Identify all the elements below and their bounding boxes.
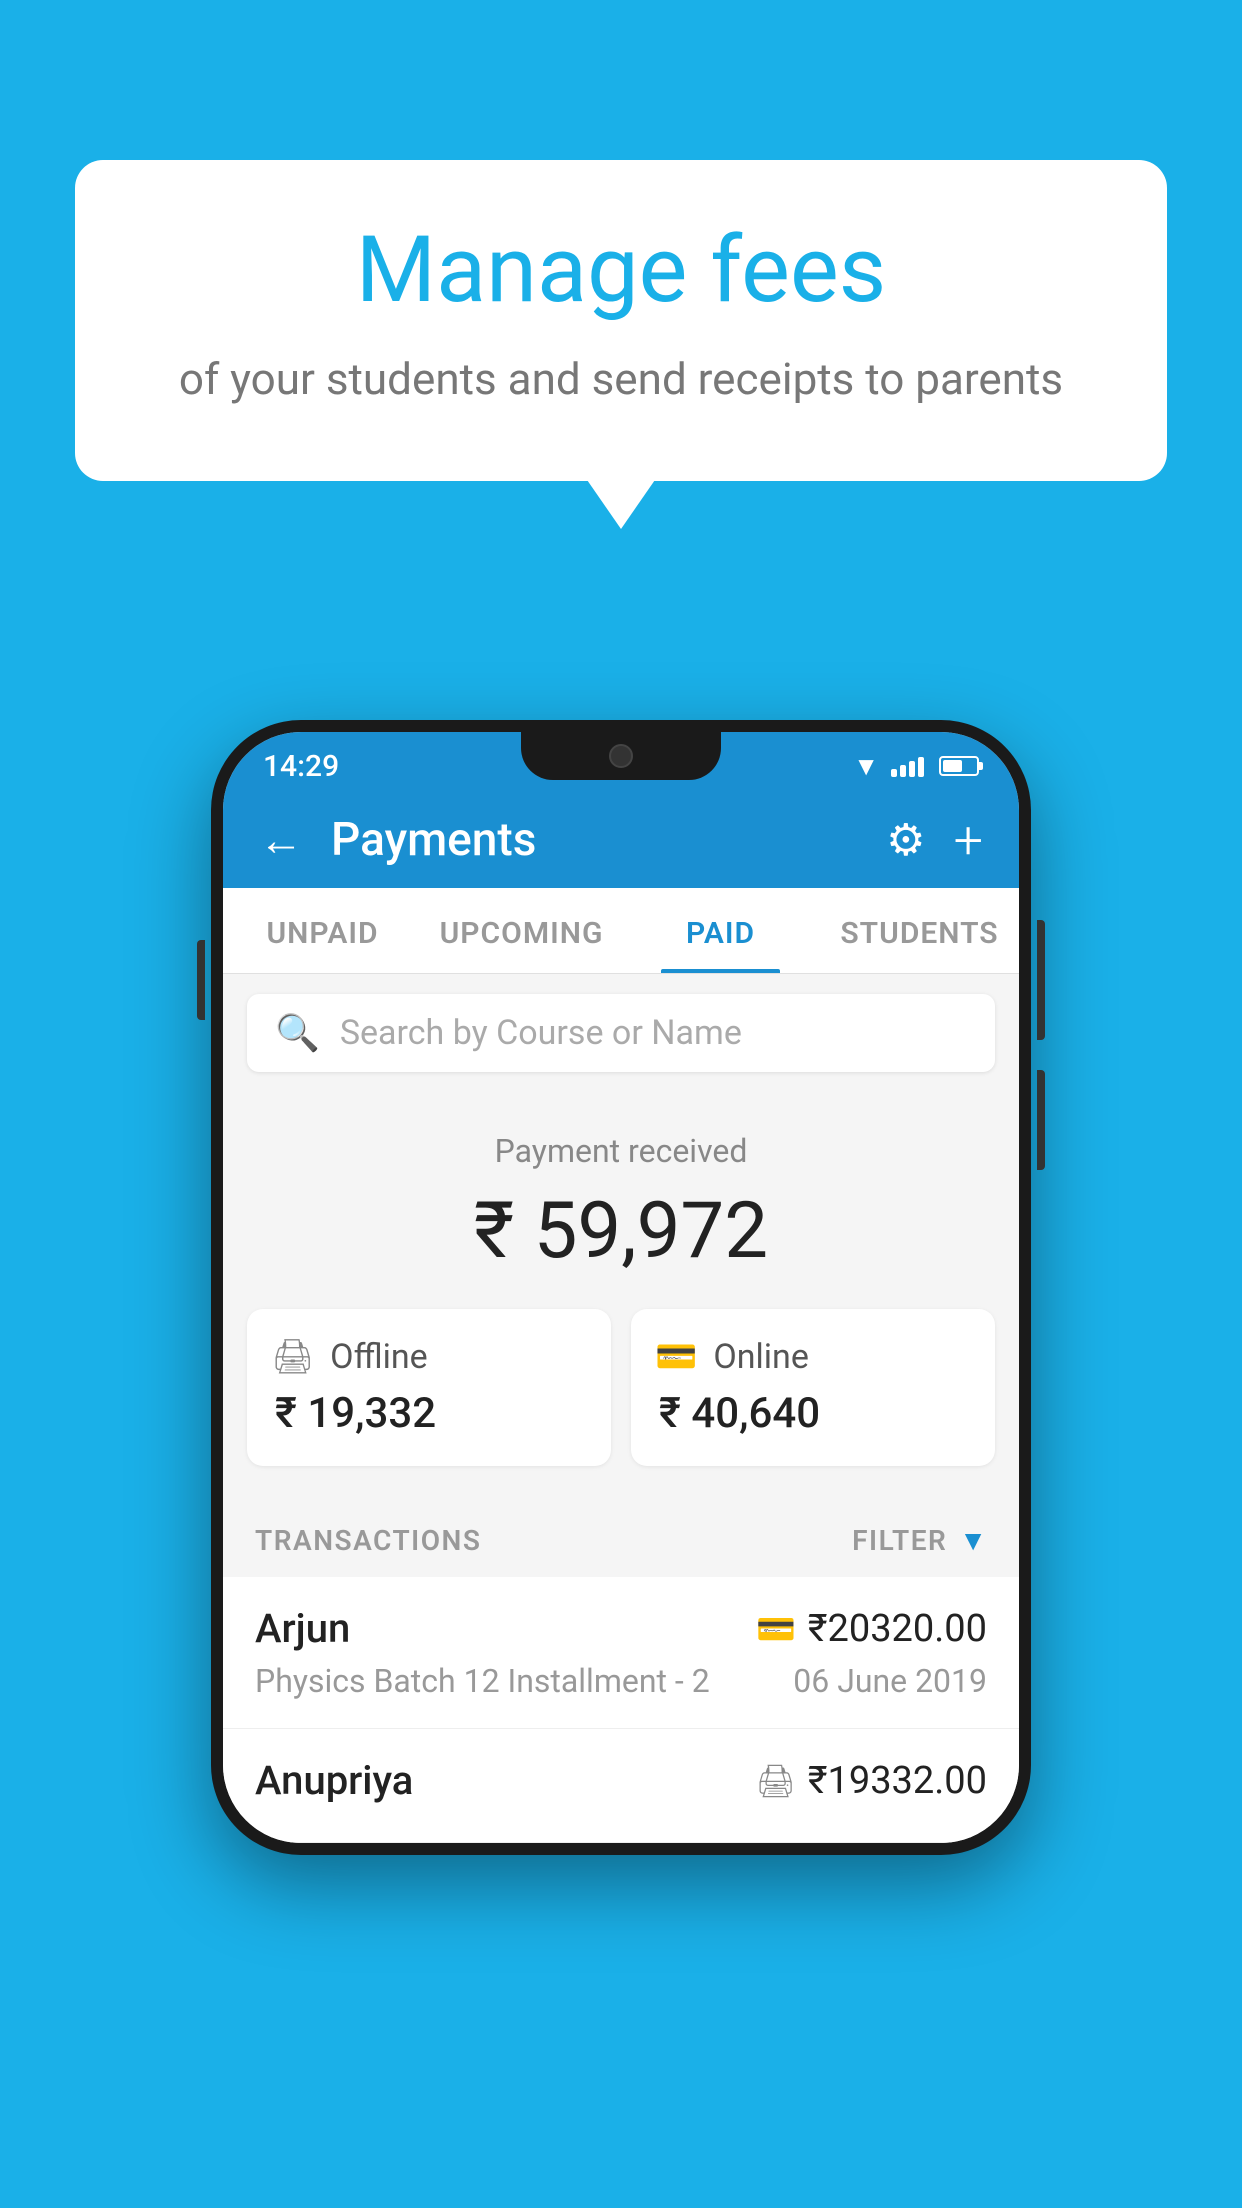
phone-screen: 14:29 ▼ xyxy=(223,732,1019,1843)
offline-amount: ₹ 19,332 xyxy=(275,1389,436,1438)
offline-payment-card: 🖨 Offline ₹ 19,332 xyxy=(247,1309,611,1466)
offline-icon: 🖨 xyxy=(271,1337,314,1377)
power-button xyxy=(1037,920,1045,1040)
speech-bubble: Manage fees of your students and send re… xyxy=(75,160,1167,481)
transaction-amount-wrap: 💳 ₹20320.00 xyxy=(756,1607,987,1651)
search-bar[interactable]: 🔍 Search by Course or Name xyxy=(247,994,995,1072)
transaction-name: Arjun xyxy=(255,1605,350,1652)
filter-icon: ▼ xyxy=(959,1524,987,1557)
payment-cards: 🖨 Offline ₹ 19,332 💳 Online ₹ 40,640 xyxy=(247,1309,995,1466)
transaction-amount: ₹20320.00 xyxy=(808,1607,987,1651)
filter-row[interactable]: FILTER ▼ xyxy=(852,1524,987,1557)
status-icons: ▼ xyxy=(853,751,979,782)
volume-button xyxy=(197,940,205,1020)
online-icon: 💳 xyxy=(655,1337,697,1377)
filter-label: FILTER xyxy=(852,1524,947,1557)
transaction-row[interactable]: Anupriya 🖨 ₹19332.00 xyxy=(223,1729,1019,1843)
speech-bubble-section: Manage fees of your students and send re… xyxy=(75,160,1167,481)
transaction-amount: ₹19332.00 xyxy=(808,1759,987,1803)
offline-label: Offline xyxy=(330,1337,427,1377)
tab-unpaid[interactable]: UNPAID xyxy=(223,888,422,973)
bubble-subtitle: of your students and send receipts to pa… xyxy=(155,349,1087,411)
online-label: Online xyxy=(713,1337,809,1377)
online-payment-card: 💳 Online ₹ 40,640 xyxy=(631,1309,995,1466)
tab-upcoming[interactable]: UPCOMING xyxy=(422,888,621,973)
card-payment-icon: 💳 xyxy=(756,1610,796,1648)
tab-students[interactable]: STUDENTS xyxy=(820,888,1019,973)
online-amount: ₹ 40,640 xyxy=(659,1389,820,1438)
transactions-header: TRANSACTIONS FILTER ▼ xyxy=(223,1496,1019,1577)
cash-payment-icon: 🖨 xyxy=(755,1762,796,1800)
search-input[interactable]: Search by Course or Name xyxy=(340,1013,742,1053)
tabs-bar: UNPAID UPCOMING PAID STUDENTS xyxy=(223,888,1019,974)
bubble-title: Manage fees xyxy=(155,220,1087,321)
settings-icon[interactable]: ⚙ xyxy=(886,814,925,866)
phone-frame: 14:29 ▼ xyxy=(211,720,1031,1855)
search-icon: 🔍 xyxy=(275,1012,320,1054)
transaction-row[interactable]: Arjun 💳 ₹20320.00 Physics Batch 12 Insta… xyxy=(223,1577,1019,1729)
transaction-amount-wrap: 🖨 ₹19332.00 xyxy=(755,1759,987,1803)
tab-paid[interactable]: PAID xyxy=(621,888,820,973)
payment-summary: Payment received ₹ 59,972 🖨 Offline ₹ 19… xyxy=(223,1092,1019,1496)
front-camera xyxy=(609,744,633,768)
battery-icon xyxy=(939,756,979,776)
payment-received-label: Payment received xyxy=(247,1132,995,1170)
app-header: ← Payments ⚙ + xyxy=(223,792,1019,888)
phone-mockup: 14:29 ▼ xyxy=(211,720,1031,1855)
transaction-date: 06 June 2019 xyxy=(793,1662,987,1700)
phone-notch xyxy=(521,732,721,780)
total-payment-amount: ₹ 59,972 xyxy=(247,1186,995,1277)
search-container: 🔍 Search by Course or Name xyxy=(223,974,1019,1092)
transactions-label: TRANSACTIONS xyxy=(255,1524,481,1557)
transaction-name: Anupriya xyxy=(255,1757,413,1804)
add-button[interactable]: + xyxy=(954,810,983,871)
page-title: Payments xyxy=(331,813,858,867)
wifi-icon: ▼ xyxy=(853,751,879,782)
battery-fill xyxy=(943,760,962,772)
status-time: 14:29 xyxy=(263,749,339,784)
transaction-description: Physics Batch 12 Installment - 2 xyxy=(255,1662,710,1700)
back-button[interactable]: ← xyxy=(259,814,303,866)
signal-icon xyxy=(891,755,927,777)
power-button-2 xyxy=(1037,1070,1045,1170)
